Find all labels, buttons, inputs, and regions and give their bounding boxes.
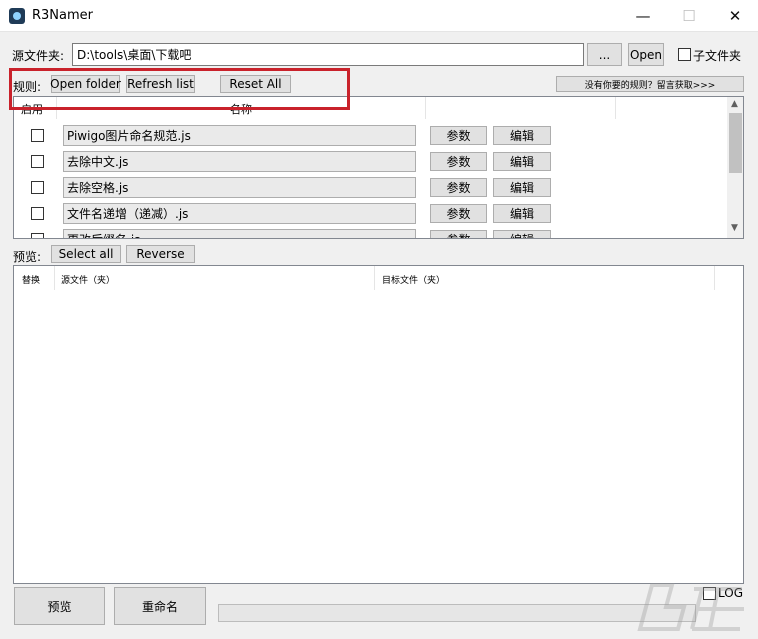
open-button[interactable]: Open: [628, 43, 664, 66]
rule-params-button[interactable]: 参数: [430, 178, 487, 197]
scroll-down-icon[interactable]: ▼: [731, 223, 738, 233]
rule-name: 去除中文.js: [63, 151, 416, 172]
rule-edit-button[interactable]: 编辑: [493, 126, 551, 145]
rule-enable-checkbox[interactable]: [31, 181, 44, 194]
rule-name: 去除空格.js: [63, 177, 416, 198]
rule-name: Piwigo图片命名规范.js: [63, 125, 416, 146]
rule-enable-checkbox[interactable]: [31, 207, 44, 220]
rule-enable-checkbox[interactable]: [31, 129, 44, 142]
header-divider: [54, 266, 55, 290]
subfolder-checkbox[interactable]: [678, 48, 691, 61]
col-replace-header[interactable]: 替换: [22, 273, 40, 286]
app-icon: [9, 8, 25, 24]
col-target-header[interactable]: 目标文件（夹）: [382, 273, 445, 286]
progress-bar: [218, 604, 696, 622]
rule-params-button[interactable]: 参数: [430, 230, 487, 238]
select-all-button[interactable]: Select all: [51, 245, 121, 263]
header-divider: [615, 97, 616, 119]
watermark-logo: [637, 583, 744, 631]
rule-row: 文件名递增（递减）.js 参数 编辑: [14, 201, 727, 227]
browse-button[interactable]: ...: [587, 43, 622, 66]
rule-name: 文件名递增（递减）.js: [63, 203, 416, 224]
source-path-input[interactable]: D:\tools\桌面\下载吧: [72, 43, 584, 66]
preview-button[interactable]: 预览: [14, 587, 105, 625]
rules-scrollbar[interactable]: ▲ ▼: [727, 97, 743, 238]
preview-label: 预览:: [13, 250, 42, 264]
rule-row: 去除空格.js 参数 编辑: [14, 175, 727, 201]
preview-list: 替换 源文件（夹） 目标文件（夹）: [13, 265, 744, 584]
col-source-header[interactable]: 源文件（夹）: [61, 273, 115, 286]
rule-params-button[interactable]: 参数: [430, 152, 487, 171]
scroll-up-icon[interactable]: ▲: [731, 99, 738, 109]
rule-params-button[interactable]: 参数: [430, 204, 487, 223]
rule-edit-button[interactable]: 编辑: [493, 152, 551, 171]
rule-edit-button[interactable]: 编辑: [493, 178, 551, 197]
rule-edit-button[interactable]: 编辑: [493, 204, 551, 223]
subfolder-label: 子文件夹: [693, 49, 742, 63]
window-title: R3Namer: [32, 8, 94, 23]
rule-name: 更改后缀名.js: [63, 229, 416, 238]
rule-edit-button[interactable]: 编辑: [493, 230, 551, 238]
rule-row: Piwigo图片命名规范.js 参数 编辑: [14, 123, 727, 149]
get-more-rules-button[interactable]: 没有你要的规则？留言获取>>>: [556, 76, 744, 92]
header-divider: [374, 266, 375, 290]
maximize-button[interactable]: ☐: [666, 0, 712, 31]
highlight-annotation: [9, 68, 350, 110]
minimize-button[interactable]: —: [620, 0, 666, 31]
rule-params-button[interactable]: 参数: [430, 126, 487, 145]
close-button[interactable]: ✕: [712, 0, 758, 31]
scroll-thumb[interactable]: [729, 113, 742, 173]
header-divider: [425, 97, 426, 119]
reverse-button[interactable]: Reverse: [126, 245, 195, 263]
rename-button[interactable]: 重命名: [114, 587, 206, 625]
rule-row: 更改后缀名.js 参数 编辑: [14, 227, 727, 238]
rule-enable-checkbox[interactable]: [31, 155, 44, 168]
rule-row: 去除中文.js 参数 编辑: [14, 149, 727, 175]
source-folder-label: 源文件夹:: [12, 49, 65, 63]
header-divider: [714, 266, 715, 290]
rules-list: 启用 名称 Piwigo图片命名规范.js 参数 编辑 去除中文.js 参数 编…: [13, 96, 744, 239]
rule-enable-checkbox[interactable]: [31, 233, 44, 238]
